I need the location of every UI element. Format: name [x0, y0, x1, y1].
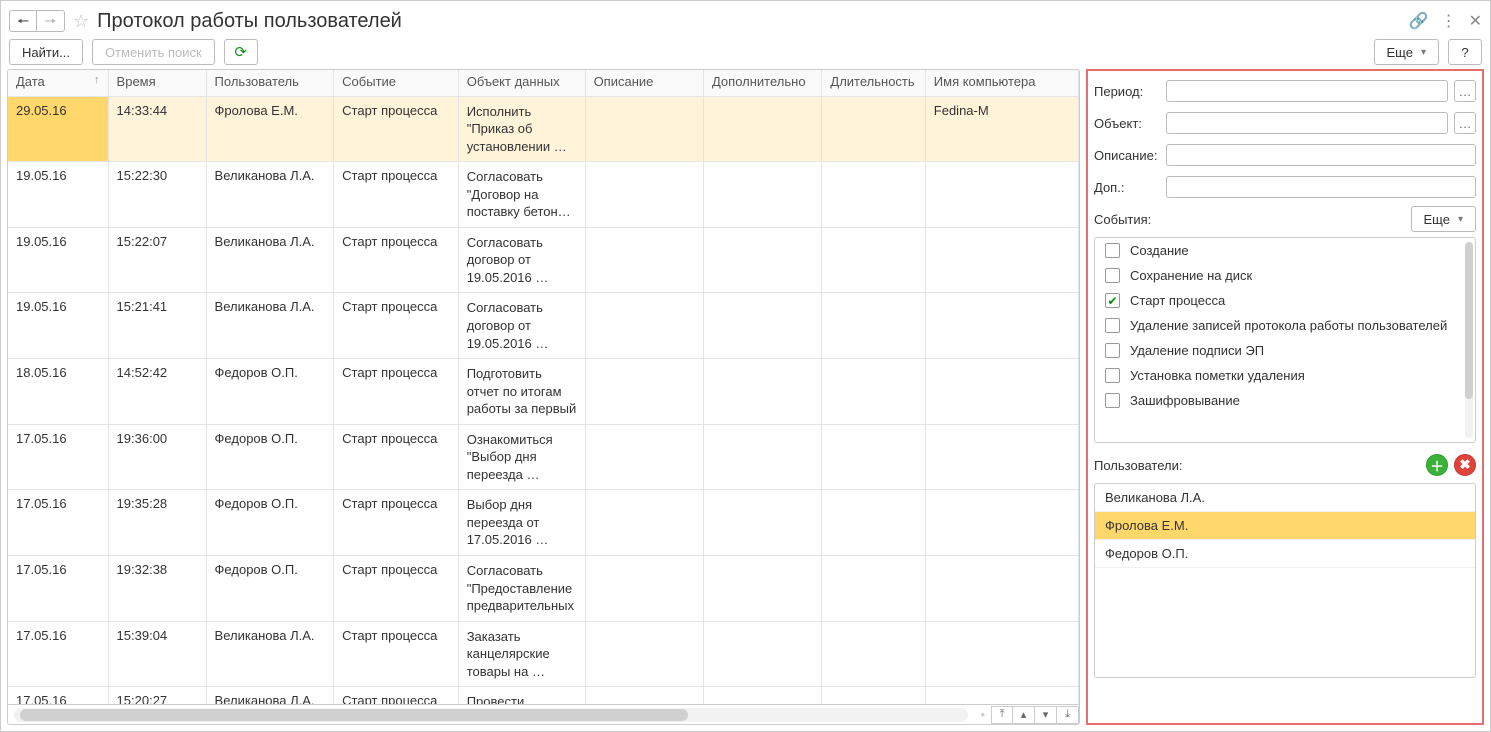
- col-descr[interactable]: Описание: [585, 70, 703, 96]
- col-object[interactable]: Объект данных: [458, 70, 585, 96]
- users-list: Великанова Л.А.Фролова Е.М.Федоров О.П.: [1094, 483, 1476, 678]
- event-type-label: Удаление подписи ЭП: [1130, 343, 1264, 358]
- table-row[interactable]: 17.05.1619:36:00Федоров О.П.Старт процес…: [8, 424, 1079, 490]
- caret-down-icon: ▾: [1458, 214, 1463, 225]
- find-button[interactable]: Найти...: [9, 39, 83, 65]
- col-comp[interactable]: Имя компьютера: [925, 70, 1078, 96]
- event-type-label: Зашифровывание: [1130, 393, 1240, 408]
- col-time[interactable]: Время: [108, 70, 206, 96]
- scroll-down-button[interactable]: ▾: [1035, 706, 1057, 724]
- table-row[interactable]: 17.05.1615:39:04Великанова Л.А.Старт про…: [8, 621, 1079, 687]
- event-type-item[interactable]: Зашифровывание: [1095, 388, 1475, 413]
- table-row[interactable]: 29.05.1614:33:44Фролова Е.М.Старт процес…: [8, 96, 1079, 162]
- table-row[interactable]: 18.05.1614:52:42Федоров О.П.Старт процес…: [8, 359, 1079, 425]
- refresh-icon: ⟳: [234, 43, 247, 61]
- checkbox-icon[interactable]: [1105, 393, 1120, 408]
- event-type-label: Удаление записей протокола работы пользо…: [1130, 318, 1447, 333]
- event-type-item[interactable]: Создание: [1095, 238, 1475, 263]
- descr-label: Описание:: [1094, 148, 1160, 163]
- close-icon[interactable]: ✕: [1469, 11, 1482, 31]
- col-dur[interactable]: Длительность: [822, 70, 925, 96]
- object-input[interactable]: [1166, 112, 1448, 134]
- col-event[interactable]: Событие: [334, 70, 459, 96]
- more-button[interactable]: Еще▾: [1374, 39, 1439, 65]
- event-type-item[interactable]: Установка пометки удаления: [1095, 363, 1475, 388]
- table-row[interactable]: 19.05.1615:22:07Великанова Л.А.Старт про…: [8, 227, 1079, 293]
- event-type-item[interactable]: Старт процесса: [1095, 288, 1475, 313]
- checkbox-icon[interactable]: [1105, 343, 1120, 358]
- nav-fwd-button[interactable]: 🠖: [37, 10, 65, 32]
- events-label: События:: [1094, 212, 1151, 227]
- kebab-menu-icon[interactable]: ⋮: [1441, 11, 1457, 31]
- col-user[interactable]: Пользователь: [206, 70, 334, 96]
- scroll-bottom-button[interactable]: ⤓: [1057, 706, 1079, 724]
- scroll-top-button[interactable]: ⤒: [991, 706, 1013, 724]
- add-user-button[interactable]: ＋: [1426, 454, 1448, 476]
- filter-panel: Период: … Объект: … Описание: Доп.: Собы…: [1086, 69, 1484, 725]
- help-button[interactable]: ?: [1448, 39, 1482, 65]
- event-type-label: Сохранение на диск: [1130, 268, 1252, 283]
- period-label: Период:: [1094, 84, 1160, 99]
- horizontal-scrollbar[interactable]: [14, 708, 968, 722]
- add-input[interactable]: [1166, 176, 1476, 198]
- user-list-item[interactable]: Фролова Е.М.: [1095, 512, 1475, 540]
- checkbox-icon[interactable]: [1105, 293, 1120, 308]
- object-label: Объект:: [1094, 116, 1160, 131]
- sort-asc-icon: ↑: [94, 74, 100, 86]
- col-date[interactable]: Дата↑: [8, 70, 108, 96]
- event-type-item[interactable]: Удаление подписи ЭП: [1095, 338, 1475, 363]
- table-header-row: Дата↑ Время Пользователь Событие Объект …: [8, 70, 1079, 96]
- vertical-scrollbar[interactable]: [1465, 242, 1473, 438]
- table-row[interactable]: 17.05.1619:35:28Федоров О.П.Старт процес…: [8, 490, 1079, 556]
- user-list-item[interactable]: Великанова Л.А.: [1095, 484, 1475, 512]
- link-icon[interactable]: 🔗: [1409, 11, 1429, 31]
- table-row[interactable]: 17.05.1615:20:27Великанова Л.А.Старт про…: [8, 687, 1079, 704]
- events-checklist: Создание Сохранение на диск Старт процесса…: [1094, 237, 1476, 443]
- checkbox-icon[interactable]: [1105, 243, 1120, 258]
- table-row[interactable]: 19.05.1615:22:30Великанова Л.А.Старт про…: [8, 162, 1079, 228]
- checkbox-icon[interactable]: [1105, 268, 1120, 283]
- add-label: Доп.:: [1094, 180, 1160, 195]
- favorite-star-icon[interactable]: ☆: [73, 11, 89, 32]
- event-type-label: Установка пометки удаления: [1130, 368, 1305, 383]
- period-picker-button[interactable]: …: [1454, 80, 1476, 102]
- user-list-item[interactable]: Федоров О.П.: [1095, 540, 1475, 568]
- period-input[interactable]: [1166, 80, 1448, 102]
- event-type-item[interactable]: Удаление записей протокола работы пользо…: [1095, 313, 1475, 338]
- descr-input[interactable]: [1166, 144, 1476, 166]
- checkbox-icon[interactable]: [1105, 318, 1120, 333]
- remove-user-button[interactable]: ✖: [1454, 454, 1476, 476]
- caret-down-icon: ▾: [1421, 47, 1426, 58]
- cancel-find-button: Отменить поиск: [92, 39, 215, 65]
- object-picker-button[interactable]: …: [1454, 112, 1476, 134]
- table-row[interactable]: 17.05.1619:32:38Федоров О.П.Старт процес…: [8, 555, 1079, 621]
- table-row[interactable]: 19.05.1615:21:41Великанова Л.А.Старт про…: [8, 293, 1079, 359]
- events-more-button[interactable]: Еще▾: [1411, 206, 1476, 232]
- event-type-label: Создание: [1130, 243, 1189, 258]
- page-title: Протокол работы пользователей: [97, 10, 402, 33]
- scroll-up-button[interactable]: ▴: [1013, 706, 1035, 724]
- checkbox-icon[interactable]: [1105, 368, 1120, 383]
- event-type-item[interactable]: Сохранение на диск: [1095, 263, 1475, 288]
- refresh-button[interactable]: ⟳: [224, 39, 258, 65]
- col-add[interactable]: Дополнительно: [703, 70, 821, 96]
- nav-back-button[interactable]: 🠔: [9, 10, 37, 32]
- users-label: Пользователи:: [1094, 458, 1182, 473]
- event-type-label: Старт процесса: [1130, 293, 1225, 308]
